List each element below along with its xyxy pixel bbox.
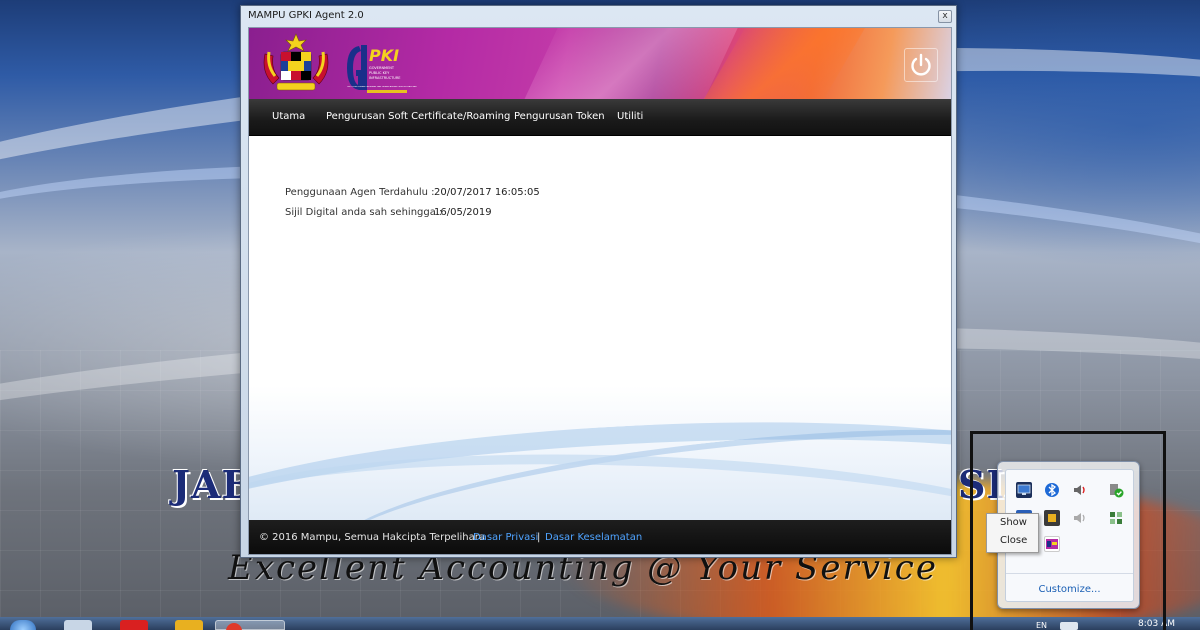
- taskbar-folder-icon[interactable]: [175, 620, 203, 630]
- taskbar-explorer-icon[interactable]: [64, 620, 92, 630]
- context-menu-show[interactable]: Show: [987, 514, 1038, 532]
- main-content: Penggunaan Agen Terdahulu : 20/07/2017 1…: [249, 136, 951, 520]
- app-icon[interactable]: [1044, 510, 1060, 526]
- window-client-area: PKI GOVERNMENT PUBLIC KEY INFRASTRUCTURE…: [248, 27, 952, 555]
- last-use-label: Penggunaan Agen Terdahulu :: [285, 187, 435, 198]
- taskbar-app-icon[interactable]: [120, 620, 148, 630]
- tray-context-menu: Show Close: [986, 513, 1039, 553]
- taskbar-browser-button[interactable]: [215, 620, 285, 630]
- gpki-logo-line-1: GOVERNMENT: [369, 66, 395, 70]
- window-close-button[interactable]: x: [938, 10, 952, 23]
- gpki-logo-line-3: INFRASTRUCTURE: [369, 76, 401, 80]
- main-nav: Utama Pengurusan Soft Certificate/Roamin…: [249, 99, 951, 136]
- valid-until-label: Sijil Digital anda sah sehingga :: [285, 207, 443, 218]
- security-check-icon[interactable]: [1108, 482, 1124, 498]
- copyright-text: © 2016 Mampu, Semua Hakcipta Terpelihara: [259, 532, 485, 543]
- window-title: MAMPU GPKI Agent 2.0: [248, 10, 364, 21]
- nav-item-soft-certificate[interactable]: Pengurusan Soft Certificate/Roaming: [326, 111, 510, 122]
- valid-until-value: 16/05/2019: [434, 207, 492, 218]
- nav-item-token[interactable]: Pengurusan Token: [514, 111, 605, 122]
- context-menu-close[interactable]: Close: [987, 532, 1038, 550]
- gpki-tray-icon[interactable]: [1044, 536, 1060, 552]
- app-footer: © 2016 Mampu, Semua Hakcipta Terpelihara…: [249, 520, 951, 554]
- nav-item-utiliti[interactable]: Utiliti: [617, 111, 643, 122]
- nav-item-utama[interactable]: Utama: [272, 111, 305, 122]
- language-indicator[interactable]: EN: [1036, 621, 1047, 630]
- keyboard-icon[interactable]: [1060, 622, 1078, 630]
- app-header: PKI GOVERNMENT PUBLIC KEY INFRASTRUCTURE…: [249, 28, 951, 99]
- tray-customize-link[interactable]: Customize...: [1006, 573, 1133, 595]
- network-icon[interactable]: [1016, 482, 1032, 498]
- malaysia-coat-of-arms-icon: [263, 33, 329, 91]
- gpki-logo-org: UNIT PEMODENAN TADBIRAN DAN PERANCANGAN …: [347, 86, 417, 88]
- gpki-logo-text: PKI: [369, 46, 400, 65]
- speaker-icon[interactable]: [1072, 510, 1088, 526]
- grid-app-icon[interactable]: [1108, 510, 1124, 526]
- gpki-agent-window: MAMPU GPKI Agent 2.0 x PKI GOVERNMENT PU…: [240, 5, 957, 558]
- privacy-policy-link[interactable]: Dasar Privasi: [473, 532, 538, 543]
- volume-icon[interactable]: [1072, 482, 1088, 498]
- gpki-logo-line-2: PUBLIC KEY: [369, 71, 390, 75]
- last-use-value: 20/07/2017 16:05:05: [434, 187, 540, 198]
- bluetooth-icon[interactable]: [1044, 482, 1060, 498]
- clock[interactable]: 8:03 AM: [1138, 619, 1175, 629]
- power-button[interactable]: [904, 48, 938, 82]
- browser-icon: [226, 623, 242, 630]
- footer-separator: |: [537, 532, 541, 543]
- security-policy-link[interactable]: Dasar Keselamatan: [545, 532, 642, 543]
- start-button[interactable]: [10, 620, 36, 630]
- power-icon: [911, 53, 931, 76]
